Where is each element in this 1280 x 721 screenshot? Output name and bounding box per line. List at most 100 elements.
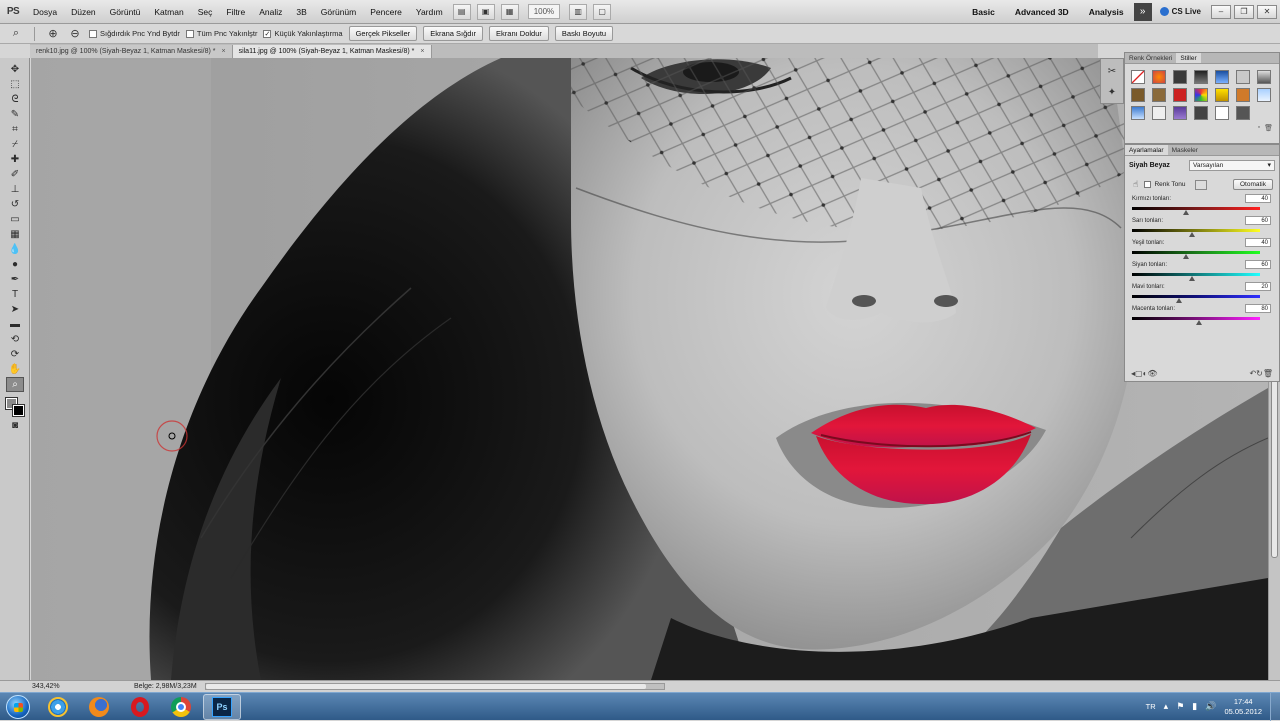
dodge-tool-icon[interactable]: ● xyxy=(6,257,24,272)
extras-icon[interactable]: ▦ xyxy=(500,3,519,20)
healing-brush-tool-icon[interactable]: ✚ xyxy=(6,152,24,167)
slider-track[interactable] xyxy=(1132,251,1260,254)
style-swatch[interactable] xyxy=(1215,88,1229,102)
document-tab-active[interactable]: sila11.jpg @ 100% (Siyah-Beyaz 1, Katman… xyxy=(232,45,432,58)
zoom-tool-active-icon[interactable]: ⌕ xyxy=(6,377,24,392)
slider-knob[interactable] xyxy=(1176,298,1183,303)
crop-tool-icon[interactable]: ⌗ xyxy=(6,122,24,137)
style-swatch[interactable] xyxy=(1194,106,1208,120)
minibridge-icon[interactable]: ▣ xyxy=(476,3,495,20)
gradient-tool-icon[interactable]: ▦ xyxy=(6,227,24,242)
close-tab-icon[interactable]: × xyxy=(420,45,424,58)
delete-adjustment-icon[interactable]: 🗑 xyxy=(1263,369,1273,378)
more-workspaces-icon[interactable]: » xyxy=(1133,2,1152,21)
screen-mode-icon[interactable]: ▢ xyxy=(593,3,612,20)
menu-analysis[interactable]: Analiz xyxy=(252,0,289,24)
slider-knob[interactable] xyxy=(1182,210,1189,215)
brush-preset-icon[interactable]: ✦ xyxy=(1103,83,1121,101)
arrange-documents-icon[interactable]: ▥ xyxy=(569,3,588,20)
fit-screen-button[interactable]: Ekrana Sığdır xyxy=(423,26,484,41)
style-swatch[interactable] xyxy=(1257,70,1271,84)
3d-rotate-tool-icon[interactable]: ⟲ xyxy=(6,332,24,347)
scrubby-zoom-checkbox[interactable]: ✓ Küçük Yakınlaştırma xyxy=(263,29,343,38)
preset-select[interactable]: Varsayılan xyxy=(1189,160,1275,171)
eyedropper-tool-icon[interactable]: ⌿ xyxy=(6,137,24,152)
slider-track[interactable] xyxy=(1132,295,1260,298)
slider-knob[interactable] xyxy=(1189,232,1196,237)
style-swatch[interactable] xyxy=(1236,88,1250,102)
style-swatch[interactable] xyxy=(1152,106,1166,120)
print-size-button[interactable]: Baskı Boyutu xyxy=(554,26,614,41)
start-button[interactable] xyxy=(0,693,36,721)
targeted-adjustment-icon[interactable]: ☝ xyxy=(1133,179,1138,190)
scrollbar-thumb[interactable] xyxy=(206,684,646,689)
history-brush-tool-icon[interactable]: ↺ xyxy=(6,197,24,212)
tab-swatches[interactable]: Renk Örnekleri xyxy=(1125,53,1176,63)
style-swatch[interactable] xyxy=(1152,88,1166,102)
lasso-tool-icon[interactable]: ᘓ xyxy=(6,92,24,107)
slider-track[interactable] xyxy=(1132,229,1260,232)
status-zoom[interactable]: 343,42% xyxy=(0,683,64,690)
close-icon[interactable]: ✕ xyxy=(1257,4,1277,19)
restore-icon[interactable]: ❐ xyxy=(1234,4,1254,19)
menu-view[interactable]: Görünüm xyxy=(314,0,363,24)
slider-value-input[interactable]: 20 xyxy=(1245,282,1271,291)
style-swatch[interactable] xyxy=(1131,106,1145,120)
slider-knob[interactable] xyxy=(1182,254,1189,259)
reset-icon[interactable]: ↻ xyxy=(1256,369,1263,378)
style-swatch[interactable] xyxy=(1236,106,1250,120)
type-tool-icon[interactable]: T xyxy=(6,287,24,302)
previous-state-icon[interactable]: ↶ xyxy=(1249,369,1256,378)
menu-3d[interactable]: 3B xyxy=(289,0,313,24)
tint-checkbox[interactable]: Renk Tonu xyxy=(1144,181,1185,188)
style-swatch[interactable] xyxy=(1194,88,1208,102)
horizontal-scrollbar[interactable] xyxy=(205,683,665,690)
menu-file[interactable]: Dosya xyxy=(26,0,64,24)
close-tab-icon[interactable]: × xyxy=(221,45,225,58)
tab-styles[interactable]: Stiller xyxy=(1176,53,1201,63)
style-swatch[interactable] xyxy=(1152,70,1166,84)
tray-expand-icon[interactable]: ▴ xyxy=(1164,701,1169,712)
brush-tool-icon[interactable]: ✐ xyxy=(6,167,24,182)
action-center-icon[interactable]: ⚑ xyxy=(1176,701,1184,712)
3d-camera-tool-icon[interactable]: ⟳ xyxy=(6,347,24,362)
slider-value-input[interactable]: 60 xyxy=(1245,260,1271,269)
shape-tool-icon[interactable]: ▬ xyxy=(6,317,24,332)
actual-pixels-button[interactable]: Gerçek Pikseller xyxy=(348,26,418,41)
clone-stamp-tool-icon[interactable]: ⊥ xyxy=(6,182,24,197)
style-swatch[interactable] xyxy=(1131,88,1145,102)
document-canvas[interactable] xyxy=(31,58,1268,680)
slider-knob[interactable] xyxy=(1189,276,1196,281)
visibility-eye-icon[interactable]: 👁 xyxy=(1147,369,1157,378)
slider-knob[interactable] xyxy=(1195,320,1202,325)
fill-screen-button[interactable]: Ekranı Doldur xyxy=(489,26,549,41)
style-swatch[interactable] xyxy=(1194,70,1208,84)
workspace-basic[interactable]: Basic xyxy=(962,7,1005,17)
menu-image[interactable]: Görüntü xyxy=(103,0,148,24)
bridge-icon[interactable]: ▤ xyxy=(452,3,471,20)
style-swatch[interactable] xyxy=(1173,70,1187,84)
cs-live-button[interactable]: CS Live xyxy=(1159,7,1201,16)
path-select-tool-icon[interactable]: ➤ xyxy=(6,302,24,317)
menu-layer[interactable]: Katman xyxy=(147,0,190,24)
background-color[interactable] xyxy=(12,404,25,417)
tools-preset-icon[interactable]: ✂ xyxy=(1103,62,1121,80)
style-swatch[interactable] xyxy=(1131,70,1145,84)
marquee-tool-icon[interactable]: ⬚ xyxy=(6,77,24,92)
style-swatch[interactable] xyxy=(1173,88,1187,102)
slider-track[interactable] xyxy=(1132,207,1260,210)
style-swatch[interactable] xyxy=(1236,70,1250,84)
taskbar-firefox[interactable] xyxy=(80,694,118,720)
style-swatch[interactable] xyxy=(1215,70,1229,84)
workspace-advanced-3d[interactable]: Advanced 3D xyxy=(1005,7,1079,17)
show-desktop-button[interactable] xyxy=(1270,692,1280,721)
menu-help[interactable]: Yardım xyxy=(409,0,450,24)
document-tab[interactable]: renk10.jpg @ 100% (Siyah-Beyaz 1, Katman… xyxy=(30,45,233,58)
delete-style-icon[interactable]: 🗑 xyxy=(1264,124,1273,134)
zoom-tool-icon[interactable]: ⌕ xyxy=(8,26,24,42)
quick-select-tool-icon[interactable]: ✎ xyxy=(6,107,24,122)
tab-masks[interactable]: Maskeler xyxy=(1168,145,1202,155)
eraser-tool-icon[interactable]: ▭ xyxy=(6,212,24,227)
network-icon[interactable]: ▮ xyxy=(1192,701,1197,712)
taskbar-photoshop[interactable]: Ps xyxy=(203,693,241,720)
